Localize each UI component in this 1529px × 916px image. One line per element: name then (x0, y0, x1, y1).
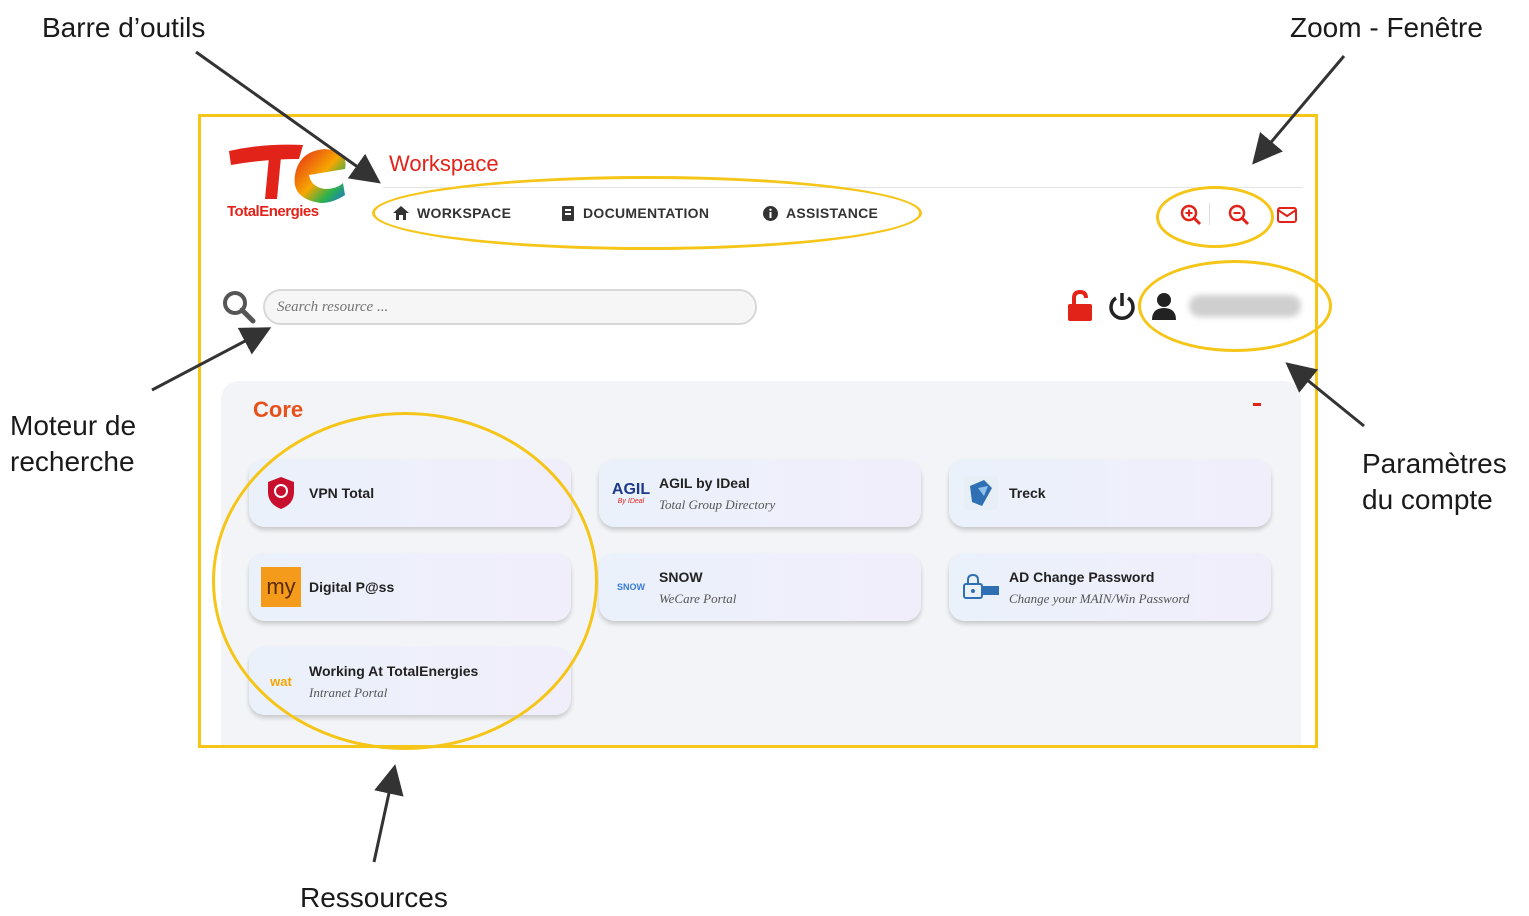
arrow-toolbar (195, 50, 381, 184)
arrow-zoom (1252, 55, 1346, 165)
arrow-account (1285, 362, 1365, 428)
arrow-resources (372, 764, 404, 863)
callout-arrows (151, 50, 1365, 863)
arrow-search (151, 327, 272, 392)
